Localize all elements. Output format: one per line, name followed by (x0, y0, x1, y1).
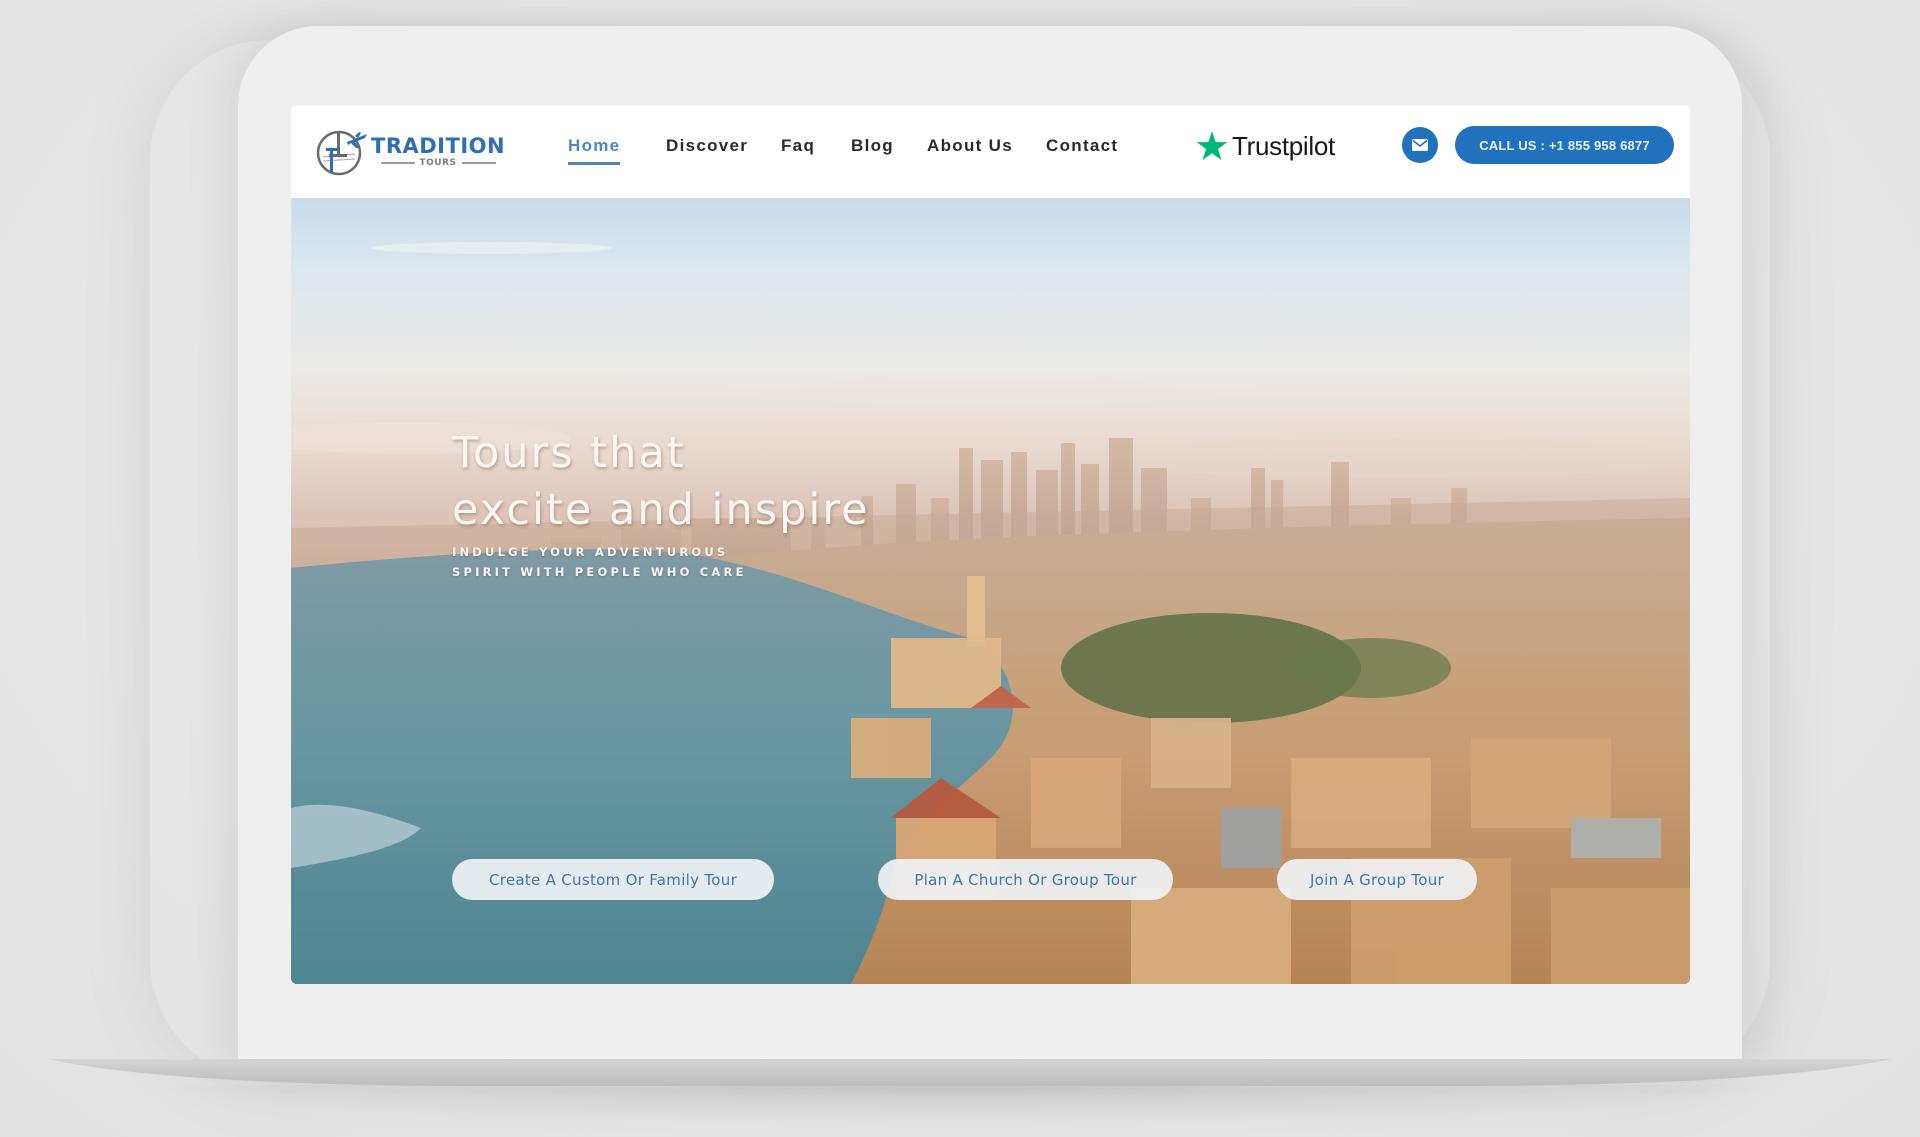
nav-blog[interactable]: Blog (851, 136, 894, 162)
subtitle-line-2: SPIRIT WITH PEOPLE WHO CARE (452, 565, 747, 579)
hero-subtitle: INDULGE YOUR ADVENTUROUS SPIRIT WITH PEO… (452, 542, 747, 582)
plan-church-group-tour-button[interactable]: Plan A Church Or Group Tour (878, 859, 1173, 900)
laptop-base (48, 1059, 1892, 1087)
create-custom-family-tour-button[interactable]: Create A Custom Or Family Tour (452, 859, 774, 900)
nav-home[interactable]: Home (568, 136, 621, 165)
email-button[interactable] (1402, 127, 1438, 163)
site-header: TRADITION TOURS Home Discover Faq Blog A… (291, 105, 1690, 198)
trustpilot-star-icon (1196, 131, 1228, 161)
nav-faq[interactable]: Faq (781, 136, 815, 162)
hero-headline: Tours that excite and inspire (452, 425, 870, 539)
subtitle-line-1: INDULGE YOUR ADVENTUROUS (452, 545, 729, 559)
website-screen: TRADITION TOURS Home Discover Faq Blog A… (291, 105, 1690, 984)
floor-shadow (120, 1085, 1800, 1125)
envelope-icon (1412, 139, 1428, 151)
hero-section: Tours that excite and inspire INDULGE YO… (291, 198, 1690, 984)
nav-about-us[interactable]: About Us (927, 136, 1013, 162)
headline-line-1: Tours that (452, 428, 686, 478)
nav-contact[interactable]: Contact (1046, 136, 1118, 162)
nav-discover[interactable]: Discover (666, 136, 748, 162)
trustpilot-badge[interactable]: Trustpilot (1195, 129, 1335, 163)
join-group-tour-button[interactable]: Join A Group Tour (1277, 859, 1477, 900)
trustpilot-label: Trustpilot (1232, 130, 1335, 161)
headline-line-2: excite and inspire (452, 485, 870, 535)
call-us-button[interactable]: CALL US : +1 855 958 6877 (1455, 126, 1674, 164)
